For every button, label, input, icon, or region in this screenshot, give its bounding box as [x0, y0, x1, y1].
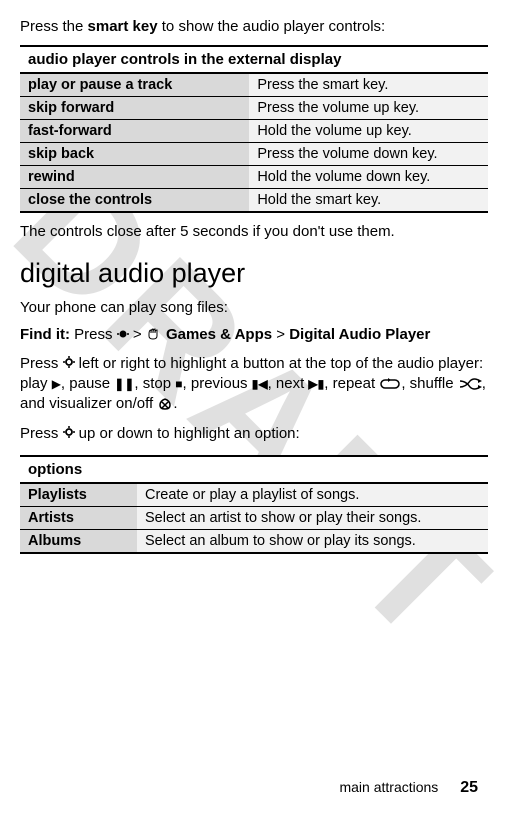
intro-line: Press the smart key to show the audio pl… [20, 18, 488, 35]
control-desc: Press the volume up key. [249, 97, 488, 120]
stop-icon: ■ [175, 377, 182, 391]
t1b: Press [20, 425, 63, 442]
option-label: Playlists [20, 483, 137, 507]
find-it-press: Press [74, 326, 117, 343]
t5: , previous [183, 375, 252, 392]
table-header-row: options [20, 456, 488, 483]
control-label: close the controls [20, 189, 249, 213]
control-label: skip forward [20, 97, 249, 120]
previous-icon: ▮◀ [252, 377, 268, 391]
nav-key-icon [63, 354, 75, 374]
t7: , repeat [324, 375, 379, 392]
table-row: skip back Press the volume down key. [20, 143, 488, 166]
option-label: Albums [20, 529, 137, 553]
options-table: options Playlists Create or play a playl… [20, 455, 488, 554]
control-desc: Press the volume down key. [249, 143, 488, 166]
t1: Press [20, 355, 63, 372]
nav-paragraph-2: Press up or down to highlight an option: [20, 424, 488, 444]
control-label: play or pause a track [20, 73, 249, 97]
intro-suffix: to show the audio player controls: [158, 18, 386, 35]
control-desc: Hold the volume down key. [249, 166, 488, 189]
control-desc: Hold the volume up key. [249, 120, 488, 143]
nav-paragraph: Press left or right to highlight a butto… [20, 354, 488, 415]
table-row: Playlists Create or play a playlist of s… [20, 483, 488, 507]
t3: , pause [61, 375, 114, 392]
t2b: up or down to highlight an option: [75, 425, 300, 442]
find-it-line: Find it: Press > Games & Apps > Digital … [20, 326, 488, 344]
control-desc: Hold the smart key. [249, 189, 488, 213]
table-header-row: audio player controls in the external di… [20, 46, 488, 73]
visualizer-icon [157, 395, 173, 412]
center-key-icon [117, 327, 129, 344]
intro-bold: smart key [88, 18, 158, 35]
option-desc: Create or play a playlist of songs. [137, 483, 488, 507]
hand-icon [146, 327, 162, 344]
shuffle-icon [458, 375, 482, 392]
section-heading: digital audio player [20, 258, 488, 289]
t10: . [173, 395, 177, 412]
control-desc: Press the smart key. [249, 73, 488, 97]
option-desc: Select an album to show or play its song… [137, 529, 488, 553]
control-label: rewind [20, 166, 249, 189]
controls-header: audio player controls in the external di… [20, 46, 488, 73]
table-row: close the controls Hold the smart key. [20, 189, 488, 213]
control-label: skip back [20, 143, 249, 166]
t8: , shuffle [401, 375, 457, 392]
sep1: > [129, 326, 146, 343]
sep2: > [272, 326, 289, 343]
page-footer: main attractions 25 [339, 779, 478, 797]
control-label: fast-forward [20, 120, 249, 143]
controls-table: audio player controls in the external di… [20, 45, 488, 213]
find-it-label: Find it: [20, 326, 74, 343]
games-apps-text: Games & Apps [162, 326, 272, 343]
option-desc: Select an artist to show or play their s… [137, 506, 488, 529]
table-row: play or pause a track Press the smart ke… [20, 73, 488, 97]
t6: , next [268, 375, 309, 392]
player-text: Digital Audio Player [289, 326, 430, 343]
controls-note: The controls close after 5 seconds if yo… [20, 223, 488, 240]
page-content: Press the smart key to show the audio pl… [20, 18, 488, 554]
page-number: 25 [460, 779, 478, 796]
t4: , stop [134, 375, 175, 392]
play-icon: ▶ [52, 377, 61, 391]
table-row: skip forward Press the volume up key. [20, 97, 488, 120]
table-row: fast-forward Hold the volume up key. [20, 120, 488, 143]
repeat-icon [379, 375, 401, 392]
nav-key-icon-2 [63, 424, 75, 444]
subline: Your phone can play song files: [20, 299, 488, 316]
pause-icon: ❚❚ [114, 377, 134, 391]
next-icon: ▶▮ [308, 377, 324, 391]
table-row: rewind Hold the volume down key. [20, 166, 488, 189]
table-row: Artists Select an artist to show or play… [20, 506, 488, 529]
intro-prefix: Press the [20, 18, 88, 35]
footer-section: main attractions [339, 779, 438, 795]
options-header: options [20, 456, 488, 483]
option-label: Artists [20, 506, 137, 529]
table-row: Albums Select an album to show or play i… [20, 529, 488, 553]
